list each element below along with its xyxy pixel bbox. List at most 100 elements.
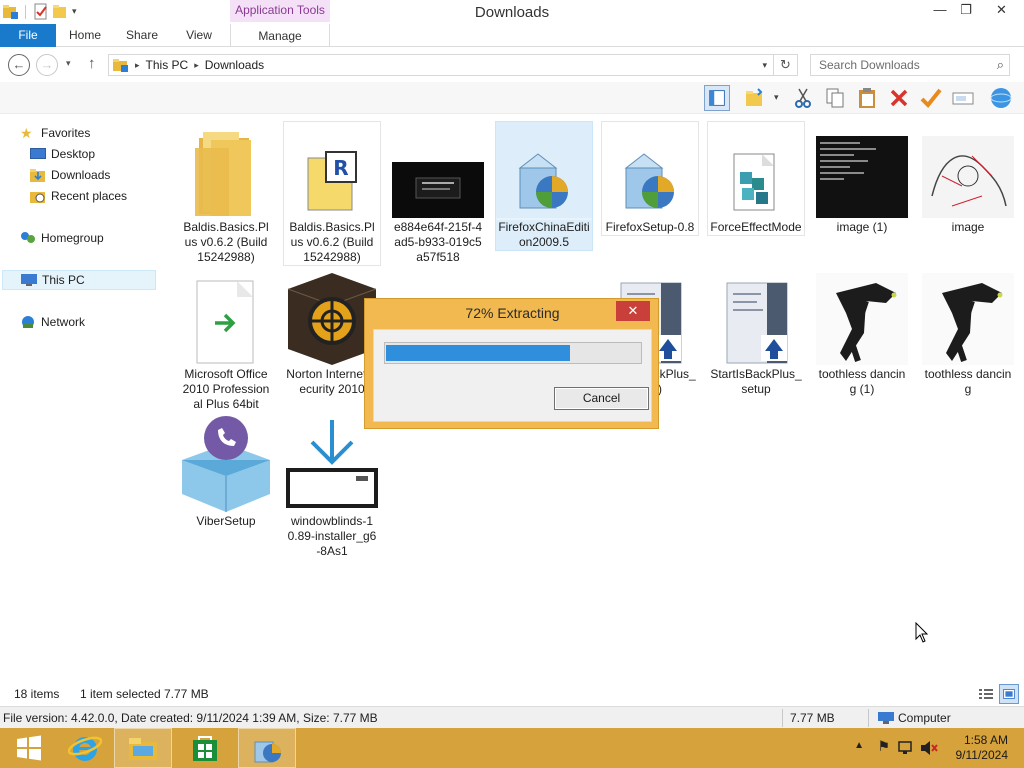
action-center-flag-icon[interactable]: ⚑ (877, 738, 890, 755)
details-size: 7.77 MB (790, 711, 835, 725)
globe-icon[interactable] (988, 85, 1014, 111)
breadcrumb-downloads[interactable]: Downloads (205, 58, 264, 72)
file-item[interactable]: Baldis.Basics.Plus v0.6.2 (Build 1524298… (178, 122, 274, 265)
large-icons-view-icon[interactable] (999, 684, 1019, 704)
homegroup-icon (21, 232, 35, 243)
back-button[interactable]: ← (8, 54, 30, 76)
file-item[interactable]: image (920, 122, 1016, 235)
chevron-down-icon[interactable]: ▾ (774, 92, 779, 103)
breadcrumb-this-pc[interactable]: This PC (146, 58, 189, 72)
chevron-down-icon[interactable]: ▾ (762, 60, 767, 71)
file-item[interactable]: windowblinds-10.89-installer_g6-8As1 (284, 416, 380, 559)
extracting-dialog: 72% Extracting ✕ Cancel (364, 298, 659, 429)
file-item[interactable]: StartIsBackPlus_setup (708, 269, 804, 397)
new-folder-icon[interactable] (51, 3, 68, 20)
volume-muted-icon[interactable] (920, 740, 938, 756)
nav-downloads[interactable]: Downloads (30, 165, 110, 185)
preview-pane-icon[interactable] (704, 85, 730, 111)
up-arrow-icon[interactable]: ↑ (88, 55, 96, 72)
nav-homegroup[interactable]: Homegroup (20, 228, 104, 248)
nav-recent-places[interactable]: Recent places (30, 186, 127, 206)
nav-desktop-label: Desktop (51, 147, 96, 161)
nav-network[interactable]: Network (20, 312, 85, 332)
taskbar-ie-button[interactable] (56, 728, 114, 768)
file-name: ForceEffectMode (710, 220, 802, 234)
network-tray-icon[interactable] (898, 740, 914, 756)
start-button[interactable] (0, 728, 58, 768)
nav-this-pc[interactable]: This PC (2, 270, 156, 290)
search-box[interactable]: ⌕ (810, 54, 1010, 76)
refresh-button[interactable]: ↻ (774, 54, 798, 76)
installer-icon (254, 741, 281, 763)
address-bar[interactable]: ▸ This PC ▸ Downloads ▾ (108, 54, 774, 76)
file-details: File version: 4.42.0.0, Date created: 9/… (3, 711, 378, 725)
dialog-body: Cancel (373, 329, 652, 422)
dragon-thumbnail (922, 273, 1014, 365)
close-button[interactable]: ✕ (979, 0, 1024, 22)
checkmark-icon[interactable] (918, 85, 944, 111)
file-name: Baldis.Basics.Plus v0.6.2 (Build 1524298… (183, 220, 269, 264)
taskbar-store-button[interactable] (176, 728, 234, 768)
file-item[interactable]: e884e64f-215f-4ad5-b933-019c5a57f518 (390, 122, 486, 265)
properties-icon[interactable] (32, 3, 49, 20)
new-folder-toolbar-icon[interactable] (742, 85, 768, 111)
tab-file[interactable]: File (0, 24, 56, 47)
details-location: Computer (898, 711, 951, 725)
search-icon[interactable]: ⌕ (997, 57, 1004, 73)
explorer-icon[interactable] (2, 3, 19, 20)
rar-archive-icon: R (307, 151, 357, 211)
tab-share[interactable]: Share (118, 24, 166, 47)
taskbar-explorer-button[interactable] (114, 728, 172, 768)
file-name: image (1) (836, 220, 888, 234)
file-name: ViberSetup (196, 514, 256, 528)
file-name: toothless dancing (924, 367, 1012, 396)
clock[interactable]: 1:58 AM 9/11/2024 (956, 733, 1009, 763)
copy-icon[interactable] (822, 85, 848, 111)
chevron-right-icon[interactable]: ▸ (194, 60, 199, 71)
item-count: 18 items (14, 687, 60, 701)
file-item-selected[interactable]: FirefoxChinaEdition2009.5 (495, 121, 593, 251)
cancel-button[interactable]: Cancel (554, 387, 649, 410)
nav-favorites[interactable]: ★ Favorites (20, 123, 90, 143)
delete-icon[interactable] (886, 85, 912, 111)
maximize-button[interactable]: ❐ (953, 0, 979, 22)
file-item[interactable]: Microsoft Office 2010 Professional Plus … (178, 269, 274, 412)
svg-text:R: R (333, 156, 348, 180)
terminal-thumbnail (816, 136, 908, 218)
nav-this-pc-label: This PC (42, 273, 85, 287)
taskbar-installer-button[interactable] (238, 728, 296, 768)
paste-icon[interactable] (854, 85, 880, 111)
nav-downloads-label: Downloads (51, 168, 111, 182)
recent-locations-icon[interactable]: ▾ (66, 58, 71, 69)
search-input[interactable] (811, 55, 987, 75)
file-item[interactable]: ForceEffectMode (707, 121, 805, 236)
internet-explorer-icon (68, 736, 102, 761)
address-row: ← → ▾ ↑ ▸ This PC ▸ Downloads ▾ ↻ ⌕ (0, 50, 1024, 80)
forward-button[interactable]: → (36, 54, 58, 76)
file-item[interactable]: FirefoxSetup-0.8 (601, 121, 699, 236)
file-name: Baldis.Basics.Plus v0.6.2 (Build 1524298… (289, 220, 375, 264)
computer-icon (878, 712, 894, 724)
file-item[interactable]: image (1) (814, 122, 910, 235)
file-item[interactable]: toothless dancing (1) (814, 269, 910, 397)
file-item[interactable]: ViberSetup (178, 416, 274, 529)
cut-icon[interactable] (790, 85, 816, 111)
dragon-thumbnail (816, 273, 908, 365)
command-toolbar: ▾ (0, 82, 1024, 114)
dialog-close-button[interactable]: ✕ (616, 301, 650, 321)
customize-qat-icon[interactable]: ▾ (72, 6, 77, 17)
chevron-right-icon[interactable]: ▸ (135, 60, 140, 71)
tab-view[interactable]: View (178, 24, 220, 47)
rename-icon[interactable] (950, 85, 976, 111)
show-hidden-icons-icon[interactable]: ▲ (854, 740, 864, 751)
screenshot-thumbnail (392, 162, 484, 218)
desktop-icon (30, 148, 46, 159)
minimize-button[interactable]: — (927, 0, 953, 22)
tab-manage[interactable]: Manage (230, 24, 330, 47)
tab-home[interactable]: Home (60, 24, 110, 47)
navigation-pane: ★ Favorites Desktop Downloads Recent pla… (0, 114, 160, 682)
file-item[interactable]: toothless dancing (920, 269, 1016, 397)
nav-desktop[interactable]: Desktop (30, 144, 95, 164)
file-item[interactable]: R Baldis.Basics.Plus v0.6.2 (Build 15242… (283, 121, 381, 266)
details-view-icon[interactable] (976, 684, 996, 704)
